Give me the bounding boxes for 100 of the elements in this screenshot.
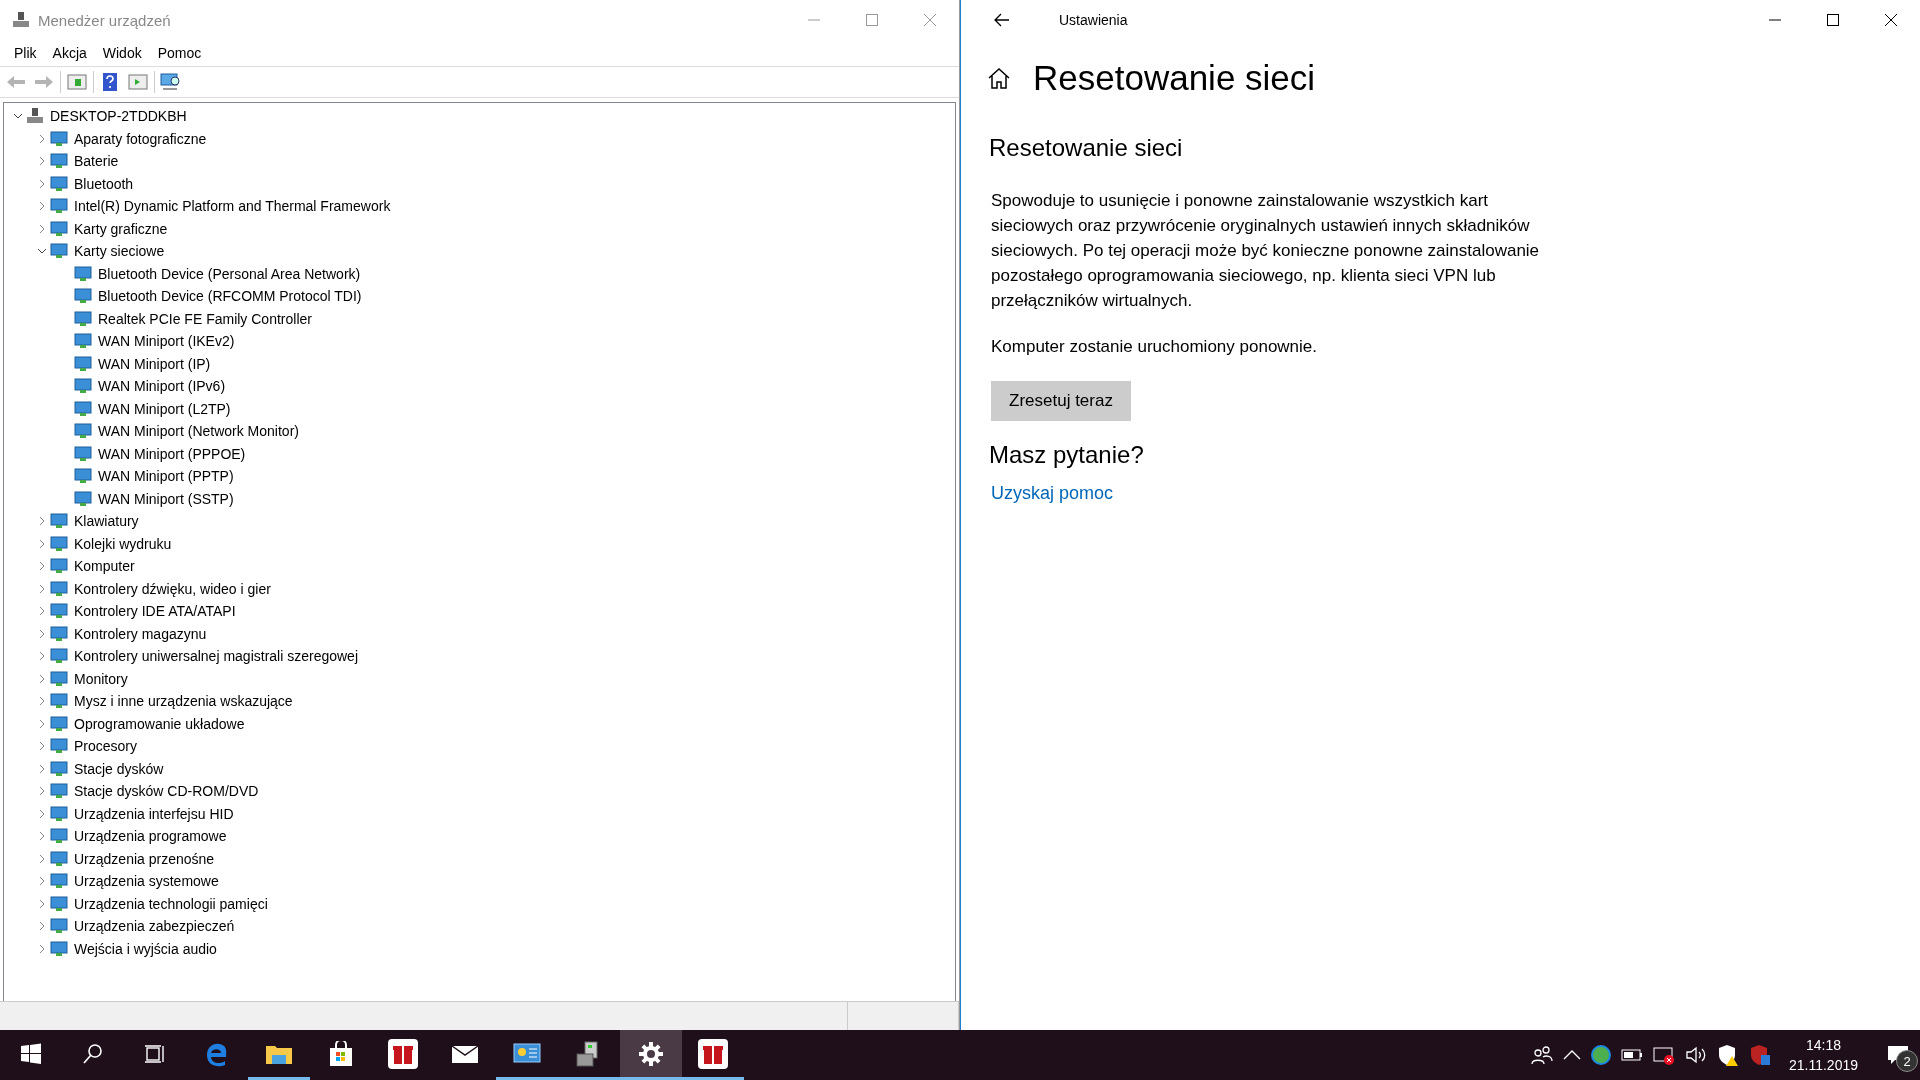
tree-item[interactable]: Karty graficzne xyxy=(74,220,168,237)
tree-item[interactable]: Urządzenia technologii pamięci xyxy=(74,895,268,912)
people-icon[interactable] xyxy=(1530,1045,1553,1065)
menu-item[interactable]: Plik xyxy=(6,43,45,63)
tree-item[interactable]: Karty sieciowe xyxy=(74,243,165,260)
monitor-icon xyxy=(50,579,68,598)
tree-item[interactable]: Bluetooth xyxy=(74,175,134,192)
clock-date[interactable]: 21.11.2019 xyxy=(1788,1055,1858,1075)
tree-item[interactable]: WAN Miniport (PPPOE) xyxy=(98,445,246,462)
tree-item[interactable]: Monitory xyxy=(74,670,128,687)
control-panel-icon xyxy=(513,1041,541,1066)
notification-count-badge: 2 xyxy=(1896,1050,1918,1072)
taskbar-button[interactable] xyxy=(620,1030,682,1080)
tree-item[interactable]: Urządzenia interfejsu HID xyxy=(74,805,234,822)
tree-item[interactable]: WAN Miniport (L2TP) xyxy=(98,400,231,417)
monitor-icon xyxy=(74,309,92,328)
monitor-icon xyxy=(74,422,92,441)
monitor-icon xyxy=(50,714,68,733)
tree-item[interactable]: Kolejki wydruku xyxy=(74,535,172,552)
tree-item[interactable]: WAN Miniport (IPv6) xyxy=(98,378,226,395)
tree-item[interactable]: Klawiatury xyxy=(74,513,139,530)
search-icon xyxy=(82,1042,104,1065)
tree-item[interactable]: Oprogramowanie układowe xyxy=(74,715,245,732)
shield-info-icon[interactable] xyxy=(1748,1044,1771,1066)
monitor-icon xyxy=(74,332,92,351)
tree-item[interactable]: Kontrolery magazynu xyxy=(74,625,207,642)
monitor-icon xyxy=(50,197,68,216)
description-text: Spowoduje to usunięcie i ponowne zainstalowanie wszystkich kart sieciowych oraz przywrócenie oryginalnych ustawień innych składników sieciowych. Po tej operacji może być konieczne ponowne zainstalowanie pozostałego oprogramowania sieciowego, np. klienta sieci VPN lub przełączników wirtualnych. xyxy=(991,190,1541,312)
tree-item[interactable]: WAN Miniport (PPTP) xyxy=(98,468,234,485)
monitor-icon xyxy=(50,219,68,238)
tree-item[interactable]: WAN Miniport (SSTP) xyxy=(98,490,234,507)
console-tree-icon xyxy=(67,74,87,90)
menu-item[interactable]: Akcja xyxy=(44,43,95,63)
section-title: Resetowanie sieci xyxy=(989,134,1184,162)
home-icon[interactable] xyxy=(987,66,1011,90)
tree-item[interactable]: Kontrolery uniwersalnej magistrali szeregowej xyxy=(74,648,358,665)
tree-item[interactable]: Urządzenia zabezpieczeń xyxy=(74,918,235,935)
monitor-icon xyxy=(74,489,92,508)
monitor-icon xyxy=(74,264,92,283)
gift-icon xyxy=(388,1038,418,1069)
speaker-icon[interactable] xyxy=(1684,1045,1707,1065)
monitor-icon xyxy=(50,242,68,261)
tree-item[interactable]: Bluetooth Device (RFCOMM Protocol TDI) xyxy=(98,288,362,305)
maximize-icon xyxy=(1827,14,1839,26)
tree-item[interactable]: Realtek PCIe FE Family Controller xyxy=(98,310,312,327)
help-link[interactable]: Uzyskaj pomoc xyxy=(991,483,1114,504)
tree-item[interactable]: Kontrolery IDE ATA/ATAPI xyxy=(74,603,236,620)
battery-icon[interactable] xyxy=(1620,1049,1643,1061)
forward-arrow-icon xyxy=(34,74,54,90)
action-pane-icon xyxy=(128,74,148,90)
help-icon xyxy=(102,72,118,92)
menu-item[interactable]: Pomoc xyxy=(149,43,210,63)
monitor-icon xyxy=(50,647,68,666)
shield-warning-icon[interactable] xyxy=(1716,1044,1739,1066)
tree-item[interactable]: WAN Miniport (IP) xyxy=(98,355,211,372)
computer-icon xyxy=(12,11,30,29)
minimize-icon xyxy=(808,19,820,21)
chevron-up-icon[interactable] xyxy=(1562,1049,1581,1061)
task-view-icon xyxy=(144,1042,166,1065)
clock-time[interactable]: 14:18 xyxy=(1805,1035,1841,1055)
monitor-icon xyxy=(50,759,68,778)
monitor-icon xyxy=(50,557,68,576)
tree-item[interactable]: Stacje dysków CD-ROM/DVD xyxy=(74,783,259,800)
maximize-icon xyxy=(866,14,878,26)
monitor-icon xyxy=(50,512,68,531)
window-title: Ustawienia xyxy=(1059,12,1129,28)
menu-item[interactable]: Widok xyxy=(94,43,150,63)
tree-item[interactable]: Urządzenia systemowe xyxy=(74,873,219,890)
tree-item[interactable]: Wejścia i wyjścia audio xyxy=(74,940,217,957)
restart-note: Komputer zostanie uruchomiony ponownie. xyxy=(991,337,1319,357)
window-title: Menedżer urządzeń xyxy=(38,11,172,29)
reset-button[interactable]: Zresetuj teraz xyxy=(991,381,1131,421)
monitor-icon xyxy=(50,129,68,148)
computer-icon xyxy=(26,107,44,126)
network-error-icon[interactable] xyxy=(1652,1045,1675,1065)
tree-item[interactable]: Urządzenia programowe xyxy=(74,828,227,845)
tree-item[interactable]: Bluetooth Device (Personal Area Network) xyxy=(98,265,361,282)
monitor-icon xyxy=(74,467,92,486)
monitor-icon xyxy=(74,354,92,373)
monitor-icon xyxy=(50,917,68,936)
monitor-scan-icon xyxy=(160,72,182,92)
tree-item[interactable]: Baterie xyxy=(74,153,119,170)
tree-item[interactable]: Aparaty fotograficzne xyxy=(74,130,207,147)
tree-item[interactable]: DESKTOP-2TDDKBH xyxy=(50,108,187,125)
page-title: Resetowanie sieci xyxy=(1033,58,1316,98)
tree-item[interactable]: WAN Miniport (Network Monitor) xyxy=(98,423,299,440)
tree-item[interactable]: Kontrolery dźwięku, wideo i gier xyxy=(74,580,271,597)
tree-item[interactable]: Mysz i inne urządzenia wskazujące xyxy=(74,693,293,710)
tree-item[interactable]: Stacje dysków xyxy=(74,760,164,777)
monitor-icon xyxy=(50,737,68,756)
tree-item[interactable]: Procesory xyxy=(74,738,138,755)
gear-icon xyxy=(638,1040,664,1067)
minimize-icon xyxy=(1769,19,1781,21)
tree-item[interactable]: WAN Miniport (IKEv2) xyxy=(98,333,235,350)
tree-item[interactable]: Intel(R) Dynamic Platform and Thermal Framework xyxy=(74,198,391,215)
tree-item[interactable]: Urządzenia przenośne xyxy=(74,850,215,867)
monitor-icon xyxy=(50,872,68,891)
close-icon xyxy=(923,13,937,27)
tree-item[interactable]: Komputer xyxy=(74,558,135,575)
monitor-icon xyxy=(50,624,68,643)
